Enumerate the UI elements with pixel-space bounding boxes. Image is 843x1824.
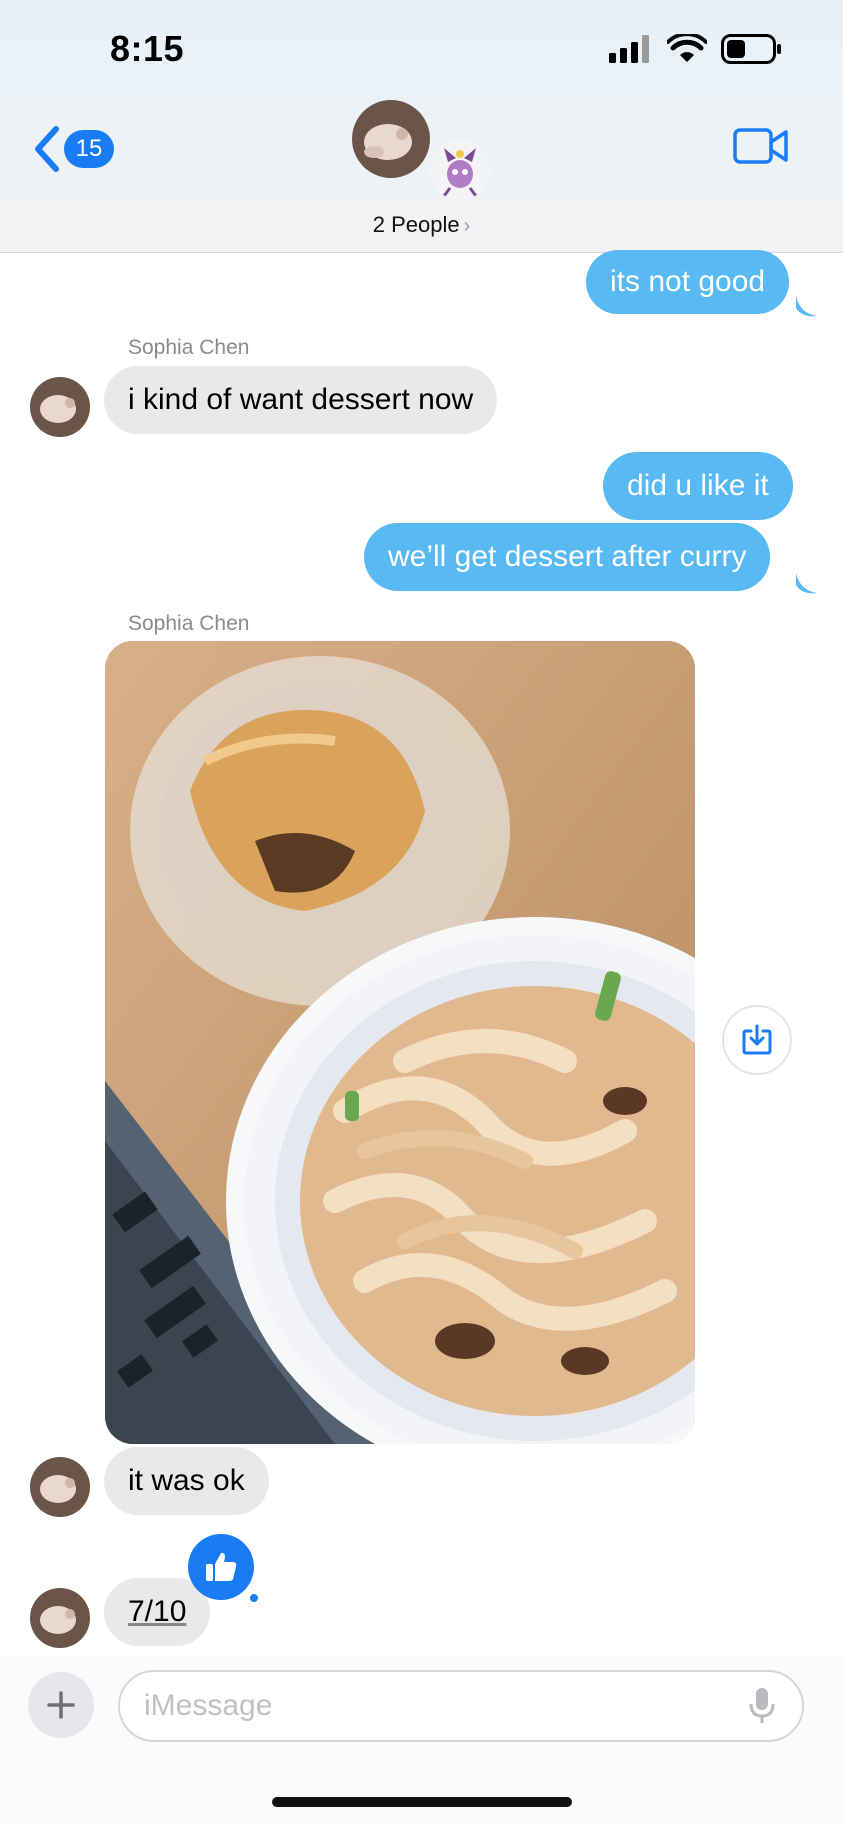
outgoing-message[interactable]: we’ll get dessert after curry — [364, 523, 771, 591]
bubble-tail — [796, 296, 818, 317]
sender-avatar[interactable] — [30, 1588, 90, 1648]
imessage-input[interactable] — [118, 1670, 804, 1742]
wifi-icon — [667, 34, 707, 62]
sender-avatar[interactable] — [30, 377, 90, 437]
incoming-message[interactable]: i kind of want dessert now — [104, 366, 498, 434]
video-camera-icon[interactable] — [733, 127, 789, 165]
sender-name: Sophia Chen — [128, 612, 250, 635]
signal-icon — [609, 35, 649, 63]
chevron-right-icon: › — [463, 215, 471, 237]
sender-name: Sophia Chen — [128, 336, 250, 359]
conversation-people-label[interactable]: 2 People › — [0, 212, 843, 238]
unread-count-badge: 15 — [64, 130, 114, 168]
status-icons — [609, 34, 783, 64]
thumbs-up-icon — [206, 1552, 237, 1581]
conversation-header: 8:15 15 2 People › — [0, 0, 843, 253]
status-time: 8:15 — [110, 28, 185, 69]
incoming-message[interactable]: it was ok — [104, 1447, 269, 1515]
back-chevron-icon — [35, 126, 59, 172]
contact-avatar-secondary[interactable] — [430, 140, 490, 200]
photo-message[interactable] — [105, 641, 695, 1444]
bubble-tail — [796, 573, 818, 594]
people-count-text: 2 People — [372, 212, 460, 237]
save-photo-button[interactable] — [722, 1005, 792, 1075]
incoming-message[interactable]: 7/10 — [104, 1578, 211, 1646]
tapback-reaction[interactable] — [188, 1534, 254, 1600]
plus-icon — [47, 1691, 75, 1719]
apps-plus-button[interactable] — [28, 1672, 94, 1738]
home-indicator[interactable] — [272, 1797, 572, 1807]
sender-avatar[interactable] — [30, 1457, 90, 1517]
tapback-tail — [248, 1592, 260, 1604]
outgoing-message[interactable]: its not good — [586, 250, 790, 314]
save-photo-icon — [742, 1024, 772, 1055]
outgoing-message[interactable]: did u like it — [603, 452, 793, 520]
back-button[interactable]: 15 — [30, 125, 114, 173]
microphone-icon[interactable] — [748, 1686, 776, 1726]
battery-icon — [721, 34, 781, 64]
contact-avatar[interactable] — [352, 100, 430, 178]
